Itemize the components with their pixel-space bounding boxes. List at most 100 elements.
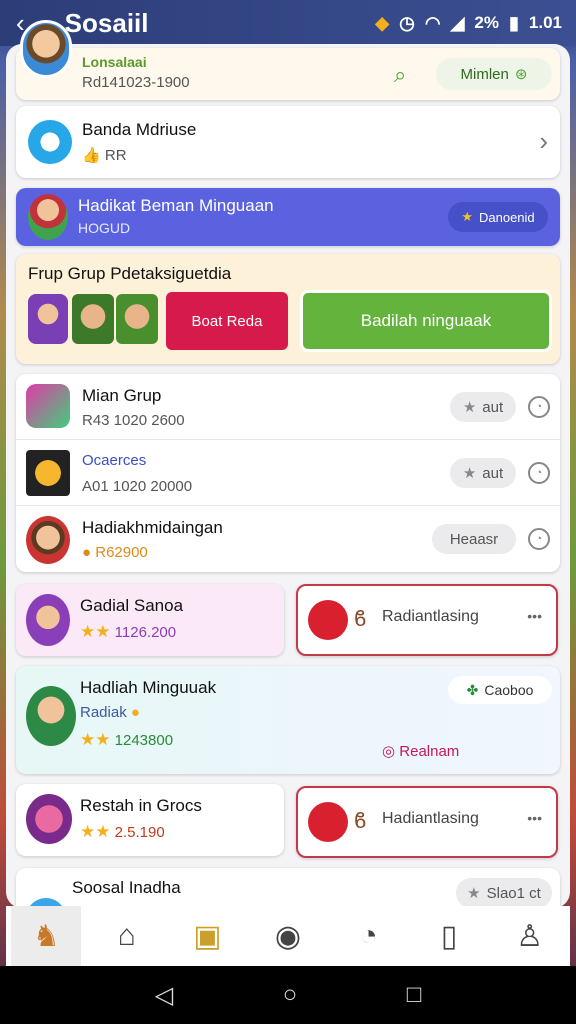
gadial-title: Gadial Sanoa — [80, 596, 184, 615]
social-pill[interactable]: ★ Slao1 ct — [456, 878, 552, 908]
group-list: Mian Grup R43 1020 2600 ★ aut ◔ Ocaerces… — [16, 374, 560, 572]
gadial-avatar — [26, 594, 70, 646]
list-pill-1-label: aut — [482, 398, 504, 416]
stars-icon: ★★ — [80, 622, 111, 641]
radiant-card-2[interactable]: ϐ Hadiantlasing ••• — [296, 786, 558, 858]
list-sub-2: A01 1020 20000 — [82, 478, 193, 495]
list-sub-1: R43 1020 2600 — [82, 412, 185, 429]
radiant-card-1[interactable]: ϐ Radiantlasing ••• — [296, 584, 558, 656]
badge-icon[interactable]: ♞ — [11, 906, 82, 966]
chevron-right-icon[interactable]: › — [539, 126, 548, 157]
list-pill-1[interactable]: ★ aut — [450, 392, 516, 422]
stars-icon: ★★ — [80, 822, 111, 841]
restah-card[interactable]: Restah in Grocs ★★ 2.5.190 — [16, 784, 284, 856]
gadial-card[interactable]: Gadial Sanoa ★★ 1126.200 — [16, 584, 284, 656]
list-sub-3: R62900 — [95, 544, 148, 561]
search-icon[interactable]: ⌕ — [394, 62, 406, 88]
group-avatar-2 — [72, 294, 114, 344]
profile-icon[interactable]: ♙ — [495, 906, 565, 966]
radiant-label-2: Hadiantlasing — [382, 810, 479, 827]
list-pill-2-label: aut — [482, 464, 504, 482]
user-avatar[interactable] — [20, 20, 72, 78]
radiant-label-1: Radiantlasing — [382, 608, 479, 625]
main-panel: Lonsalaai Rd141023-1900 ⌕ Mimlen ⊛ Banda… — [6, 44, 570, 908]
leaf-icon: ✤ — [466, 681, 479, 698]
compass-icon[interactable]: ◉ — [253, 906, 323, 966]
home-circle-icon[interactable]: ○ — [283, 981, 298, 1009]
group-title: Frup Grup Pdetaksiguetdia — [28, 264, 232, 283]
list-pill-3[interactable]: Heaasr — [432, 524, 516, 554]
thumbs-up-icon: 👍 — [82, 147, 101, 164]
banda-title: Banda Mdriuse — [82, 120, 197, 139]
group-card: Frup Grup Pdetaksiguetdia Boat Reda Badi… — [16, 254, 560, 364]
list-item[interactable]: Hadiakhmidaingan ● R62900 Heaasr ◔ — [16, 506, 560, 572]
clock-icon[interactable]: ◔ — [528, 396, 550, 418]
clock-icon[interactable]: ◔ — [528, 462, 550, 484]
banner-sub: HOGUD — [78, 220, 131, 236]
boat-reda-button[interactable]: Boat Reda — [166, 292, 288, 350]
list-item[interactable]: Mian Grup R43 1020 2600 ★ aut ◔ — [16, 374, 560, 440]
coin-icon: ● — [130, 704, 140, 721]
badilah-button[interactable]: Badilah ninguaak — [300, 290, 552, 352]
clock-icon[interactable]: ◔ — [528, 528, 550, 550]
mimlen-pill[interactable]: Mimlen ⊛ — [436, 58, 552, 90]
more-icon[interactable]: ••• — [527, 810, 542, 826]
more-icon[interactable]: ••• — [527, 608, 542, 624]
gift-icon — [308, 600, 348, 640]
banda-avatar — [28, 120, 72, 164]
gadial-value: 1126.200 — [114, 624, 177, 641]
caoboo-label: Caoboo — [484, 682, 534, 698]
shop-icon[interactable]: ▣ — [172, 906, 242, 966]
reward-banner[interactable]: Hadikat Beman Minguaan HOGUD ★ Danoenid — [16, 188, 560, 246]
info-icon: ◎ — [382, 743, 396, 760]
social-card[interactable]: Soosal Inadha ★ Slao1 ct — [16, 868, 560, 908]
header-row[interactable]: Lonsalaai Rd141023-1900 ⌕ Mimlen ⊛ — [16, 48, 560, 100]
recents-icon[interactable]: □ — [407, 981, 422, 1009]
banda-row[interactable]: Banda Mdriuse 👍 RR › — [16, 106, 560, 178]
stars-icon: ★★ — [80, 730, 111, 749]
timer-icon[interactable]: ◔ — [334, 906, 404, 966]
list-title-3: Hadiakhmidaingan — [82, 518, 223, 537]
app-title: Sosaiil — [64, 7, 149, 38]
star-icon: ★ — [461, 209, 473, 224]
list-pill-2[interactable]: ★ aut — [450, 458, 516, 488]
star-icon: ★ — [462, 399, 477, 416]
wifi-icon: ◠ — [424, 12, 441, 33]
banner-title: Hadikat Beman Minguaan — [78, 196, 274, 215]
list-title-2: Ocaerces — [82, 452, 147, 469]
banner-avatar — [28, 194, 68, 240]
status-bar: ‹ Sosaiil ◆ ◷ ◠ ◢ 2% ▮ 1.01 — [0, 0, 576, 46]
bag-icon[interactable]: ▯ — [414, 906, 484, 966]
home-icon[interactable]: ⌂ — [92, 906, 162, 966]
group-avatar-1 — [28, 294, 68, 344]
banda-sub: RR — [104, 147, 127, 164]
bottom-nav: ♞ ⌂ ▣ ◉ ◔ ▯ ♙ — [6, 906, 570, 966]
list-title-1: Mian Grup — [82, 386, 162, 405]
header-title: Lonsalaai — [82, 54, 147, 70]
coin-icon: ● — [82, 544, 92, 561]
alarm-icon: ◷ — [399, 12, 415, 33]
restah-icon — [26, 794, 72, 844]
back-icon[interactable]: ◁ — [155, 981, 173, 1010]
banner-badge[interactable]: ★ Danoenid — [448, 202, 548, 232]
header-sub: Rd141023-1900 — [82, 74, 190, 91]
gift-icon — [308, 802, 348, 842]
clock: 1.01 — [528, 13, 562, 32]
check-circle-icon: ⊛ — [514, 66, 528, 83]
group-avatar-3 — [116, 294, 158, 344]
caoboo-badge[interactable]: ✤ Caoboo — [448, 676, 552, 704]
battery-icon: ▮ — [509, 12, 519, 33]
hadiah-sub: Radiak — [80, 704, 127, 721]
list-icon-2 — [26, 450, 70, 496]
system-nav: ◁ ○ □ — [0, 966, 576, 1024]
star-icon: ★ — [462, 465, 477, 482]
realnam-link[interactable]: ◎ Realnam — [382, 742, 459, 760]
restah-title: Restah in Grocs — [80, 796, 202, 815]
realnam-label: Realnam — [399, 743, 460, 760]
hook-icon: ϐ — [354, 808, 367, 833]
mimlen-label: Mimlen — [460, 65, 509, 83]
app-notification-icon: ◆ — [375, 12, 390, 33]
social-title: Soosal Inadha — [72, 878, 181, 897]
hadiah-card[interactable]: Hadliah Minguuak Radiak ● ★★ 1243800 ✤ C… — [16, 666, 560, 774]
list-item[interactable]: Ocaerces A01 1020 20000 ★ aut ◔ — [16, 440, 560, 506]
